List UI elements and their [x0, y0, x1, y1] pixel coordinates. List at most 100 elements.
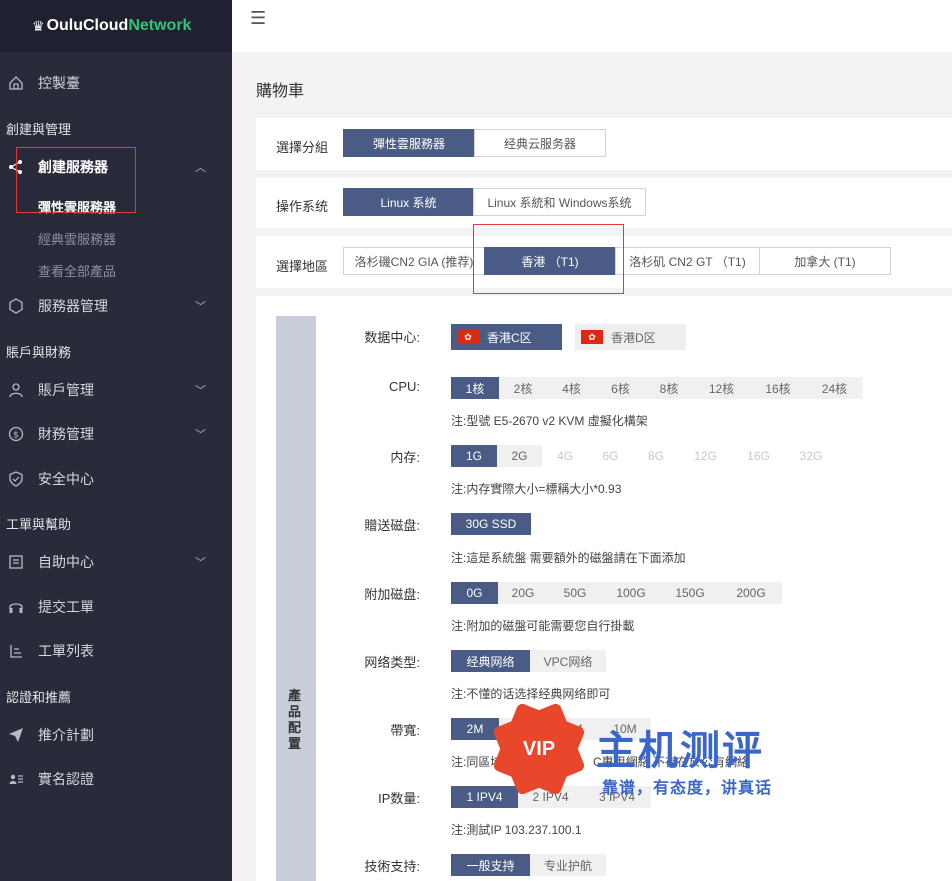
- menu-icon[interactable]: ☰: [250, 8, 266, 29]
- extra-disk-label: 附加磁盘:: [364, 587, 420, 602]
- sidebar-item-ticket-list[interactable]: 工單列表: [0, 635, 232, 667]
- extra-disk-option[interactable]: 0G: [451, 582, 498, 604]
- extra-disk-option[interactable]: 150G: [660, 582, 720, 604]
- memory-option[interactable]: 1G: [451, 445, 497, 467]
- sidebar-item-label: 財務管理: [38, 426, 94, 442]
- config-side-label: 產品配置: [288, 688, 302, 751]
- cpu-option[interactable]: 6核: [596, 377, 645, 399]
- sidebar-item-label: 服務器管理: [38, 298, 108, 314]
- paper-plane-icon: [6, 725, 26, 745]
- group-option-elastic[interactable]: 彈性雲服務器: [343, 129, 475, 157]
- gift-disk-label: 贈送磁盘:: [364, 518, 420, 533]
- cpu-option[interactable]: 16核: [750, 377, 806, 399]
- group-row: 選擇分組 彈性雲服務器 经典云服务器: [256, 118, 952, 170]
- network-label: 网络类型:: [364, 655, 420, 670]
- sidebar-item-account-mgmt[interactable]: 賬戶管理 ﹀: [0, 374, 232, 406]
- region-label: 選擇地區: [276, 259, 329, 274]
- gift-disk-note: 注:這是系統盤 需要額外的磁盤請在下面添加: [451, 551, 686, 565]
- hk-flag-icon: ✿: [581, 330, 603, 344]
- id-card-icon: [6, 769, 26, 789]
- datacenter-option-c[interactable]: ✿ 香港C区: [451, 324, 562, 350]
- brand-name-part1: OuluCloud: [46, 17, 129, 34]
- cube-icon: [6, 296, 26, 316]
- datacenter-option-d[interactable]: ✿ 香港D区: [575, 324, 686, 350]
- cpu-option[interactable]: 12核: [693, 377, 750, 399]
- bandwidth-label: 帶寬:: [390, 723, 420, 738]
- cpu-option[interactable]: 4核: [547, 377, 596, 399]
- sidebar-item-label: 賬戶管理: [38, 382, 94, 398]
- cpu-label: CPU:: [388, 379, 420, 394]
- ip-label: IP数量:: [378, 791, 420, 806]
- bandwidth-option[interactable]: 2M: [451, 718, 499, 740]
- memory-option: 12G: [694, 449, 717, 463]
- sidebar-item-label: 安全中心: [38, 471, 94, 487]
- region-row: 選擇地區 洛杉磯CN2 GIA (推荐) 香港 （T1) 洛杉矶 CN2 GT …: [256, 224, 952, 294]
- sidebar-item-dashboard[interactable]: 控製臺: [0, 67, 232, 99]
- sidebar-subitem-all[interactable]: 查看全部產品: [38, 261, 116, 280]
- extra-disk-option[interactable]: 100G: [602, 582, 660, 604]
- memory-option: 16G: [747, 449, 770, 463]
- gift-disk-value: 30G SSD: [451, 513, 531, 535]
- support-label: 技術支持:: [364, 859, 420, 874]
- sidebar-item-finance-mgmt[interactable]: $ 財務管理 ﹀: [0, 418, 232, 450]
- chevron-down-icon: ﹀: [195, 429, 206, 441]
- network-option-classic[interactable]: 经典网络: [451, 650, 530, 672]
- sidebar-item-server-mgmt[interactable]: 服務器管理 ﹀: [0, 290, 232, 322]
- cpu-option[interactable]: 24核: [806, 377, 863, 399]
- region-option-la-gia[interactable]: 洛杉磯CN2 GIA (推荐): [343, 247, 485, 275]
- sidebar-item-security[interactable]: 安全中心: [0, 463, 232, 495]
- memory-option: 4G: [556, 449, 573, 463]
- sidebar-item-self-help[interactable]: 自助中心 ﹀: [0, 546, 232, 578]
- sidebar-group-cert: 認證和推薦: [6, 690, 72, 705]
- highlight-box: [473, 224, 624, 294]
- memory-option[interactable]: 2G: [497, 445, 542, 467]
- config-side-tab: 產品配置: [276, 316, 316, 881]
- user-icon: [6, 380, 26, 400]
- list-icon: [6, 641, 26, 661]
- sidebar-item-label: 控製臺: [38, 75, 80, 91]
- extra-disk-option[interactable]: 50G: [548, 582, 602, 604]
- support-option-basic[interactable]: 一般支持: [451, 854, 530, 876]
- network-note: 注:不懂的话选择经典网络即可: [451, 687, 611, 701]
- sidebar-item-submit-ticket[interactable]: 提交工單: [0, 591, 232, 623]
- datacenter-label: 数据中心:: [364, 330, 420, 345]
- chevron-down-icon: ﹀: [195, 301, 206, 313]
- memory-option: 32G: [799, 449, 823, 463]
- extra-disk-option[interactable]: 20G: [498, 582, 548, 604]
- os-option-linux-windows[interactable]: Linux 系統和 Windows系统: [473, 188, 646, 216]
- cpu-option[interactable]: 8核: [645, 377, 693, 399]
- watermark-title: 主机测评: [596, 729, 764, 773]
- watermark-subtitle: 靠谱，有态度，讲真话: [602, 780, 773, 797]
- region-option-la-gt[interactable]: 洛杉矶 CN2 GT （T1): [615, 247, 760, 275]
- memory-note: 注:内存實際大小=標稱大小*0.93: [451, 482, 622, 496]
- network-option-vpc[interactable]: VPC网络: [530, 650, 606, 672]
- chevron-down-icon: ﹀: [195, 557, 206, 569]
- cpu-option[interactable]: 2核: [499, 377, 547, 399]
- sidebar-item-label: 提交工單: [38, 599, 94, 615]
- support-options: 一般支持 专业护航: [451, 854, 606, 876]
- support-option-pro[interactable]: 专业护航: [530, 854, 606, 876]
- ip-option[interactable]: 1 IPV4: [451, 786, 518, 808]
- sidebar: ♛ OuluCloud Network 控製臺 創建與管理 創建服務器 ︿ 彈性雲…: [0, 0, 232, 881]
- document-icon: [6, 552, 26, 572]
- hk-flag-icon: ✿: [457, 330, 479, 344]
- group-option-classic[interactable]: 经典云服务器: [474, 129, 606, 157]
- sidebar-group-create: 創建與管理: [6, 122, 72, 137]
- datacenter-option-label: 香港D区: [611, 330, 656, 345]
- sidebar-item-label: 實名認證: [38, 771, 94, 787]
- cpu-option[interactable]: 1核: [451, 377, 499, 399]
- sidebar-subitem-classic[interactable]: 經典雲服務器: [38, 229, 116, 248]
- crown-icon: ♛: [32, 17, 45, 34]
- memory-options: 1G 2G 4G 6G 8G 12G 16G 32G: [451, 445, 837, 467]
- sidebar-item-realname[interactable]: 實名認證: [0, 763, 232, 795]
- vip-badge-text: VIP: [522, 737, 556, 760]
- sidebar-item-referral[interactable]: 推介計劃: [0, 719, 232, 751]
- brand-name-part2: Network: [128, 17, 192, 34]
- sidebar-group-account: 賬戶與財務: [6, 345, 72, 360]
- region-option-canada[interactable]: 加拿大 (T1): [759, 247, 891, 275]
- brand-logo[interactable]: ♛ OuluCloud Network: [0, 0, 232, 52]
- os-option-linux[interactable]: Linux 系统: [343, 188, 474, 216]
- sidebar-group-ticket: 工單與幫助: [6, 517, 72, 532]
- extra-disk-option[interactable]: 200G: [720, 582, 782, 604]
- chevron-up-icon: ︿: [195, 162, 206, 174]
